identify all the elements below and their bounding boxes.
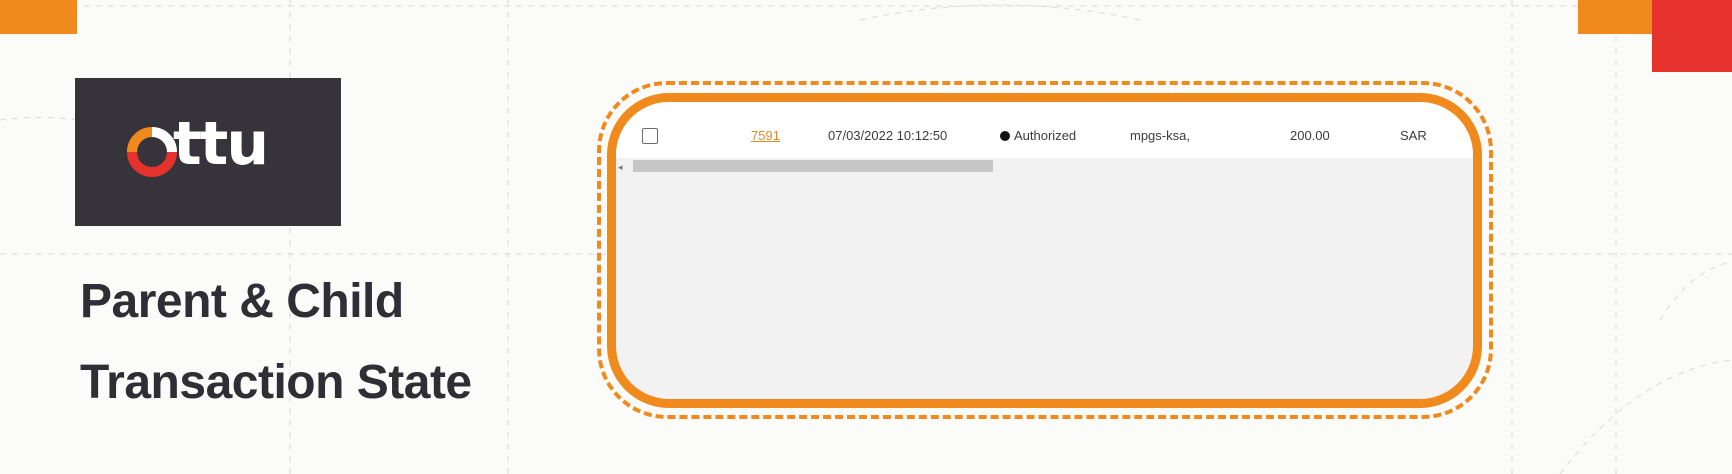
transaction-id-link[interactable]: 7591 (751, 129, 780, 142)
state-dot-icon (1000, 131, 1010, 141)
headline-line-2: Transaction State (80, 356, 472, 409)
transaction-state-label: Authorized (1014, 128, 1077, 143)
scroll-left-arrow-icon[interactable]: ◂ (618, 163, 623, 172)
horizontal-scrollbar-thumb[interactable] (633, 160, 993, 172)
transaction-table-panel: 7591 07/03/2022 10:12:50 Authorized mpgs… (607, 93, 1482, 408)
row-select-checkbox[interactable] (642, 128, 658, 144)
transaction-amount: 200.00 (1290, 128, 1330, 143)
headline-line-1: Parent & Child (80, 275, 404, 328)
corner-accent-top-right-orange (1578, 0, 1652, 34)
corner-accent-top-left (0, 0, 77, 34)
transaction-gateway: mpgs-ksa, (1130, 128, 1190, 143)
table-row: 7591 07/03/2022 10:12:50 Authorized mpgs… (616, 102, 1473, 158)
transaction-currency: SAR (1400, 128, 1427, 143)
corner-accent-top-right-red (1652, 0, 1732, 72)
transaction-date: 07/03/2022 10:12:50 (828, 128, 948, 143)
logo-wordmark: ttu (173, 109, 269, 179)
transaction-state: Authorized (1000, 129, 1076, 142)
